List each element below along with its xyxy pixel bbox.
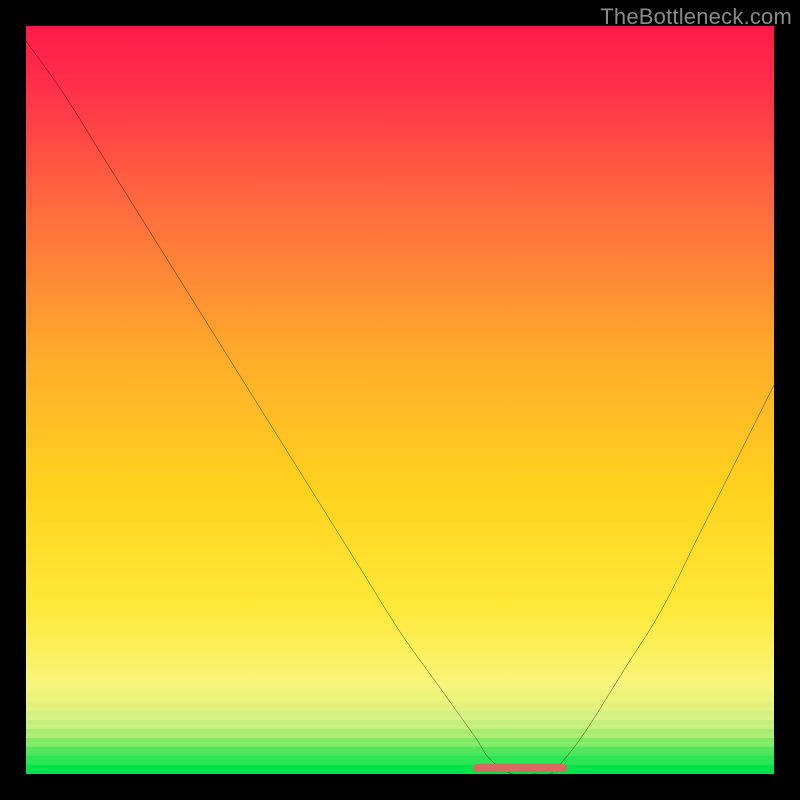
chart-frame: TheBottleneck.com bbox=[0, 0, 800, 800]
bottom-banding bbox=[26, 26, 774, 774]
watermark-text: TheBottleneck.com bbox=[600, 4, 792, 30]
plot-area bbox=[26, 26, 774, 774]
